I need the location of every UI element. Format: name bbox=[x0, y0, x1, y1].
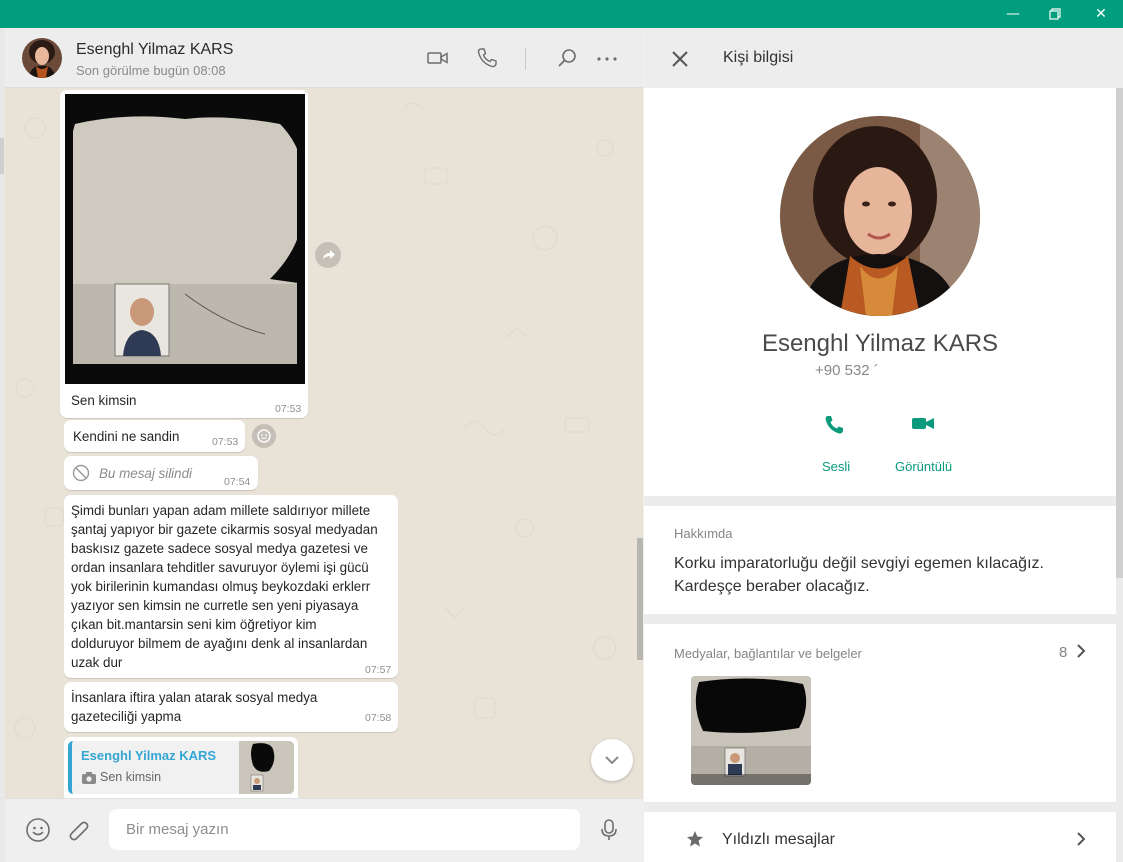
media-label: Medyalar, bağlantılar ve belgeler bbox=[674, 646, 862, 661]
about-card: Hakkımda Korku imparatorluğu değil sevgi… bbox=[644, 506, 1116, 614]
profile-phone: +90 532 ´ bbox=[815, 362, 879, 379]
close-icon[interactable] bbox=[670, 49, 690, 69]
message-caption: Sen kimsin bbox=[71, 393, 137, 408]
voice-call-icon[interactable] bbox=[475, 46, 499, 70]
media-count: 8 bbox=[1059, 644, 1068, 661]
starred-messages-row[interactable]: Yıldızlı mesajlar bbox=[644, 812, 1116, 862]
message-list[interactable]: Sen kimsin 07:53 Kendini ne sandin 07:53… bbox=[5, 88, 643, 798]
deleted-message-bubble[interactable]: Bu mesaj silindi 07:54 bbox=[64, 456, 258, 490]
video-call-button[interactable]: Görüntülü bbox=[892, 414, 956, 474]
message-text: İnsanlara iftira yalan atarak sosyal med… bbox=[71, 690, 318, 724]
video-camera-icon bbox=[912, 418, 934, 429]
quoted-text: Sen kimsin bbox=[100, 770, 162, 784]
quoted-sender: Esenghl Yilmaz KARS bbox=[81, 748, 217, 763]
close-window-icon[interactable]: ✕ bbox=[1078, 0, 1123, 28]
chat-header[interactable]: Esenghl Yilmaz KARS Son görülme bugün 08… bbox=[5, 28, 643, 88]
quoted-thumbnail bbox=[239, 741, 294, 794]
chevron-down-icon bbox=[605, 756, 619, 765]
window-title-bar: — ✕ bbox=[0, 0, 1123, 28]
message-input[interactable] bbox=[109, 809, 580, 850]
quoted-message[interactable]: Esenghl Yilmaz KARS Sen kimsin bbox=[68, 741, 294, 794]
video-call-label: Görüntülü bbox=[895, 459, 953, 474]
contact-name[interactable]: Esenghl Yilmaz KARS bbox=[76, 41, 233, 59]
video-call-icon[interactable] bbox=[426, 46, 450, 70]
profile-photo[interactable] bbox=[780, 116, 980, 316]
image-message-bubble[interactable]: Sen kimsin 07:53 bbox=[60, 90, 308, 418]
message-time: 07:54 bbox=[224, 476, 251, 488]
reply-message-bubble[interactable]: Esenghl Yilmaz KARS Sen kimsin bbox=[64, 737, 298, 798]
voice-call-label: Sesli bbox=[822, 459, 851, 474]
emoji-icon[interactable] bbox=[25, 817, 51, 843]
starred-messages-label: Yıldızlı mesajlar bbox=[722, 831, 835, 848]
about-label: Hakkımda bbox=[674, 526, 733, 541]
profile-name: Esenghl Yilmaz KARS bbox=[761, 330, 999, 357]
phone-icon bbox=[825, 416, 843, 434]
paperclip-icon[interactable] bbox=[66, 817, 92, 843]
deleted-icon bbox=[72, 464, 90, 482]
message-scrollbar[interactable] bbox=[637, 538, 643, 660]
about-text: Korku imparatorluğu değil sevgiyi egemen… bbox=[674, 555, 1044, 595]
chevron-right-icon[interactable] bbox=[1074, 830, 1088, 848]
message-time: 07:53 bbox=[212, 436, 239, 448]
message-time: 07:53 bbox=[275, 403, 302, 415]
contact-avatar[interactable] bbox=[22, 38, 62, 78]
deleted-message-text: Bu mesaj silindi bbox=[99, 466, 193, 481]
message-time: 07:57 bbox=[365, 664, 392, 676]
message-image[interactable] bbox=[65, 94, 305, 384]
restore-icon[interactable] bbox=[1032, 0, 1078, 28]
contact-info-header: Kişi bilgisi bbox=[644, 28, 1123, 88]
last-seen-status: Son görülme bugün 08:08 bbox=[76, 63, 226, 78]
more-options-icon[interactable] bbox=[595, 46, 619, 70]
message-composer bbox=[5, 798, 643, 862]
contact-info-panel[interactable]: Esenghl Yilmaz KARS +90 532 ´ Sesli Görü… bbox=[644, 88, 1123, 862]
scroll-down-button[interactable] bbox=[591, 739, 633, 781]
microphone-icon[interactable] bbox=[597, 817, 621, 843]
minimize-icon[interactable]: — bbox=[990, 0, 1036, 28]
text-message-bubble[interactable]: Kendini ne sandin 07:53 bbox=[64, 420, 245, 452]
message-text: Kendini ne sandin bbox=[73, 429, 180, 444]
star-icon bbox=[686, 830, 704, 848]
emoji-reaction-icon[interactable] bbox=[252, 424, 276, 448]
text-message-bubble[interactable]: Şimdi bunları yapan adam millete saldırı… bbox=[64, 495, 398, 678]
text-message-bubble[interactable]: İnsanlara iftira yalan atarak sosyal med… bbox=[64, 682, 398, 732]
media-thumbnail[interactable] bbox=[691, 676, 811, 785]
media-card[interactable]: Medyalar, bağlantılar ve belgeler 8 bbox=[644, 624, 1116, 802]
forward-icon[interactable] bbox=[315, 242, 341, 268]
message-time: 07:58 bbox=[365, 712, 392, 724]
panel-title: Kişi bilgisi bbox=[723, 49, 794, 66]
header-divider bbox=[525, 48, 526, 70]
message-text: Şimdi bunları yapan adam millete saldırı… bbox=[71, 503, 378, 670]
camera-icon bbox=[82, 771, 96, 789]
voice-call-button[interactable]: Sesli bbox=[814, 414, 856, 474]
search-icon[interactable] bbox=[555, 46, 579, 70]
info-scrollbar[interactable] bbox=[1116, 88, 1123, 578]
profile-card: Esenghl Yilmaz KARS +90 532 ´ Sesli Görü… bbox=[644, 88, 1116, 496]
chevron-right-icon[interactable] bbox=[1074, 642, 1088, 660]
